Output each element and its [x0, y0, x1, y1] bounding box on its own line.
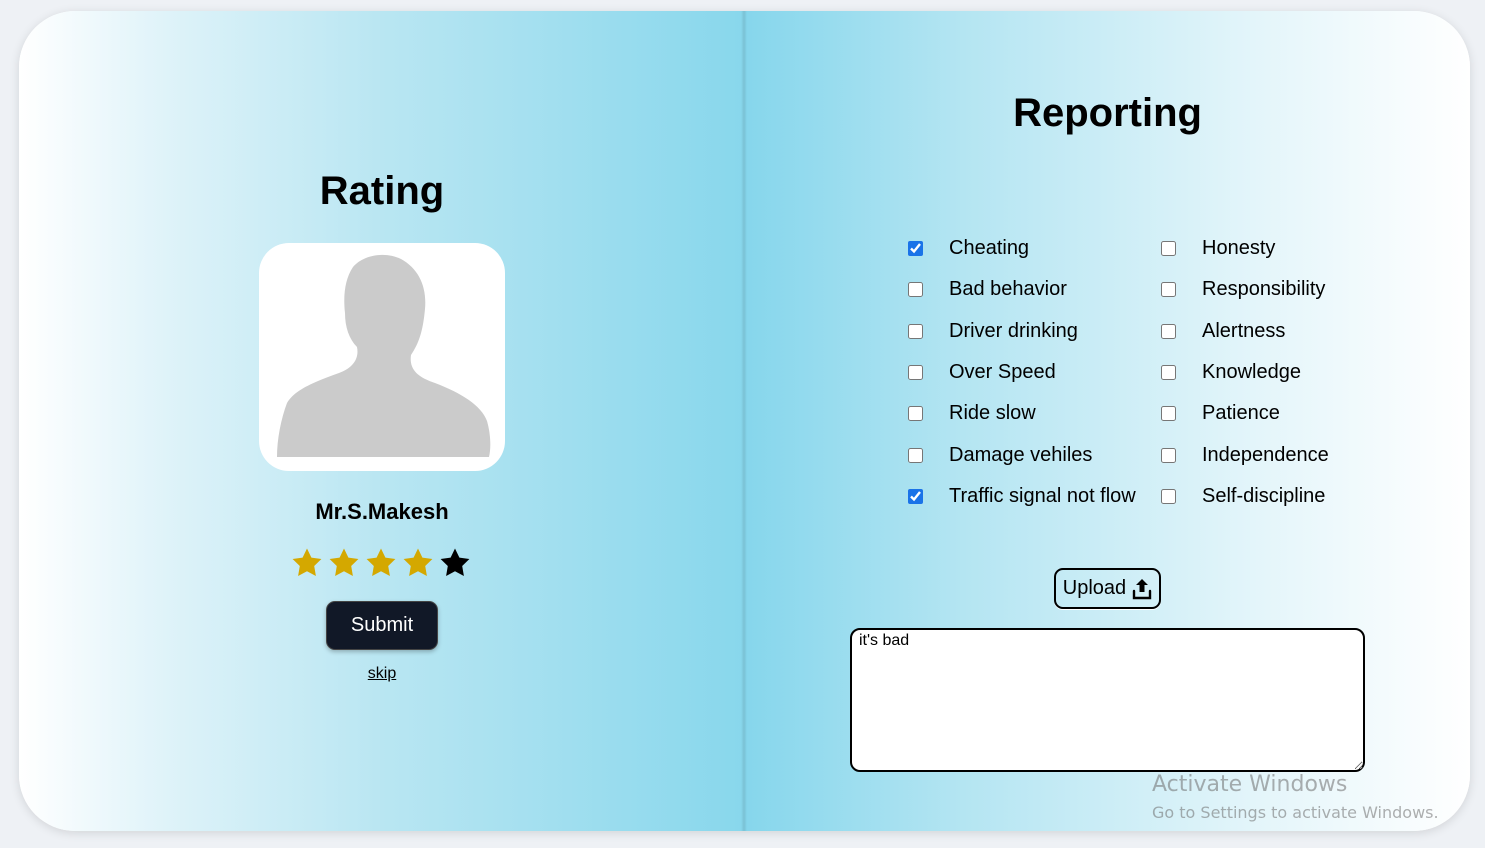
quality-option[interactable]: Independence: [1161, 443, 1329, 467]
option-label: Over Speed: [949, 360, 1056, 383]
reporting-title: Reporting: [1013, 91, 1202, 135]
star-icon[interactable]: [402, 547, 434, 579]
star-rating[interactable]: [291, 547, 471, 579]
option-checkbox[interactable]: [908, 281, 923, 297]
issue-option[interactable]: Driver drinking: [908, 319, 1078, 343]
star-icon[interactable]: [291, 547, 323, 579]
driver-name: Mr.S.Makesh: [315, 499, 449, 524]
issue-option[interactable]: Over Speed: [908, 360, 1056, 384]
issue-option[interactable]: Damage vehiles: [908, 443, 1092, 467]
option-label: Responsibility: [1202, 277, 1326, 300]
issue-option[interactable]: Bad behavior: [908, 277, 1067, 301]
quality-option[interactable]: Self-discipline: [1161, 484, 1325, 508]
star-icon[interactable]: [439, 547, 471, 579]
issue-option[interactable]: Traffic signal not flow: [908, 484, 1136, 508]
person-silhouette-icon: [277, 254, 491, 457]
option-checkbox[interactable]: [1161, 488, 1176, 504]
option-checkbox[interactable]: [908, 488, 923, 504]
upload-icon: [1132, 578, 1152, 599]
rating-title: Rating: [319, 169, 445, 213]
option-checkbox[interactable]: [1161, 281, 1176, 297]
option-label: Patience: [1202, 401, 1280, 424]
quality-option[interactable]: Patience: [1161, 401, 1280, 425]
option-label: Driver drinking: [949, 319, 1078, 342]
quality-option[interactable]: Knowledge: [1161, 360, 1301, 384]
quality-option[interactable]: Alertness: [1161, 319, 1285, 343]
option-label: Self-discipline: [1202, 484, 1326, 507]
option-label: Traffic signal not flow: [949, 484, 1136, 507]
quality-option[interactable]: Honesty: [1161, 236, 1275, 260]
skip-link[interactable]: skip: [368, 665, 396, 682]
option-label: Ride slow: [949, 401, 1036, 424]
driver-avatar: [259, 243, 505, 471]
option-checkbox[interactable]: [1161, 240, 1176, 256]
option-label: Damage vehiles: [949, 443, 1093, 466]
quality-option[interactable]: Responsibility: [1161, 277, 1325, 301]
option-checkbox[interactable]: [908, 323, 923, 339]
upload-button[interactable]: Upload: [1054, 568, 1161, 609]
option-label: Knowledge: [1202, 360, 1301, 383]
star-icon[interactable]: [365, 547, 397, 579]
issue-option[interactable]: Cheating: [908, 236, 1029, 260]
option-checkbox[interactable]: [908, 447, 923, 463]
skip-container: skip: [19, 665, 745, 683]
upload-label: Upload: [1062, 577, 1127, 599]
option-label: Bad behavior: [949, 277, 1067, 300]
option-label: Alertness: [1202, 319, 1286, 342]
option-checkbox[interactable]: [908, 405, 923, 421]
comment-textarea[interactable]: it's bad: [850, 628, 1365, 772]
option-label: Independence: [1202, 443, 1329, 466]
option-checkbox[interactable]: [1161, 364, 1176, 380]
option-checkbox[interactable]: [1161, 447, 1176, 463]
option-checkbox[interactable]: [908, 364, 923, 380]
submit-button[interactable]: Submit: [326, 601, 438, 650]
option-checkbox[interactable]: [1161, 323, 1176, 339]
option-label: Cheating: [949, 236, 1030, 259]
option-checkbox[interactable]: [908, 240, 923, 256]
option-label: Honesty: [1202, 236, 1276, 259]
issue-option[interactable]: Ride slow: [908, 401, 1036, 425]
star-icon[interactable]: [328, 547, 360, 579]
option-checkbox[interactable]: [1161, 405, 1176, 421]
